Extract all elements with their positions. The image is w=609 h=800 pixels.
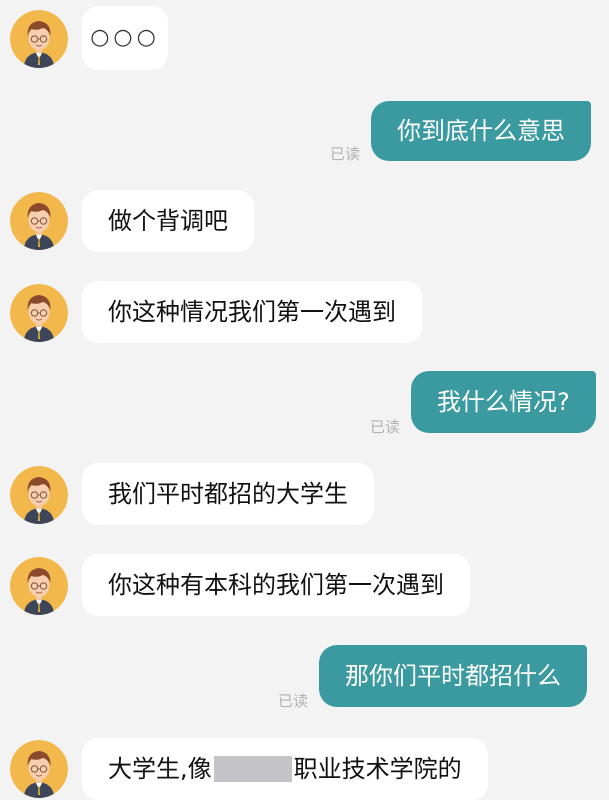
sender-avatar[interactable] [10, 466, 68, 524]
read-receipt: 已读 [330, 145, 361, 163]
typing-indicator: ○○○ [90, 25, 160, 50]
sender-avatar[interactable] [10, 10, 68, 68]
avatar-icon [10, 284, 68, 342]
avatar-icon [10, 192, 68, 250]
redacted-block [213, 756, 292, 782]
message-text: 我什么情况? [437, 388, 570, 416]
incoming-message-bubble[interactable]: 你这种有本科的我们第一次遇到 [82, 554, 470, 616]
message-text-after: 职业技术学院的 [293, 755, 462, 783]
message-text: 你到底什么意思 [397, 117, 565, 145]
incoming-message-bubble[interactable]: ○○○ [82, 6, 168, 70]
sender-avatar[interactable] [10, 557, 68, 615]
sender-avatar[interactable] [10, 192, 68, 250]
outgoing-message-bubble[interactable]: 你到底什么意思 [371, 101, 591, 161]
incoming-message-bubble[interactable]: 做个背调吧 [82, 190, 254, 252]
sender-avatar[interactable] [10, 284, 68, 342]
read-receipt: 已读 [370, 418, 401, 436]
incoming-message-bubble[interactable]: 我们平时都招的大学生 [82, 463, 374, 525]
message-text: 那你们平时都招什么 [345, 662, 561, 690]
avatar-icon [10, 557, 68, 615]
message-text: 你这种有本科的我们第一次遇到 [108, 571, 444, 599]
outgoing-message-bubble[interactable]: 那你们平时都招什么 [319, 645, 587, 707]
avatar-icon [10, 466, 68, 524]
message-text: 你这种情况我们第一次遇到 [108, 298, 396, 326]
message-text-before: 大学生,像 [108, 755, 212, 783]
read-receipt: 已读 [278, 692, 309, 710]
outgoing-message-bubble[interactable]: 我什么情况? [411, 371, 596, 433]
message-text: 我们平时都招的大学生 [108, 480, 348, 508]
sender-avatar[interactable] [10, 740, 68, 798]
incoming-message-bubble[interactable]: 大学生,像 职业技术学院的 [82, 738, 488, 800]
incoming-message-bubble[interactable]: 你这种情况我们第一次遇到 [82, 281, 422, 343]
avatar-icon [10, 740, 68, 798]
message-text: 做个背调吧 [108, 207, 228, 235]
avatar-icon [10, 10, 68, 68]
